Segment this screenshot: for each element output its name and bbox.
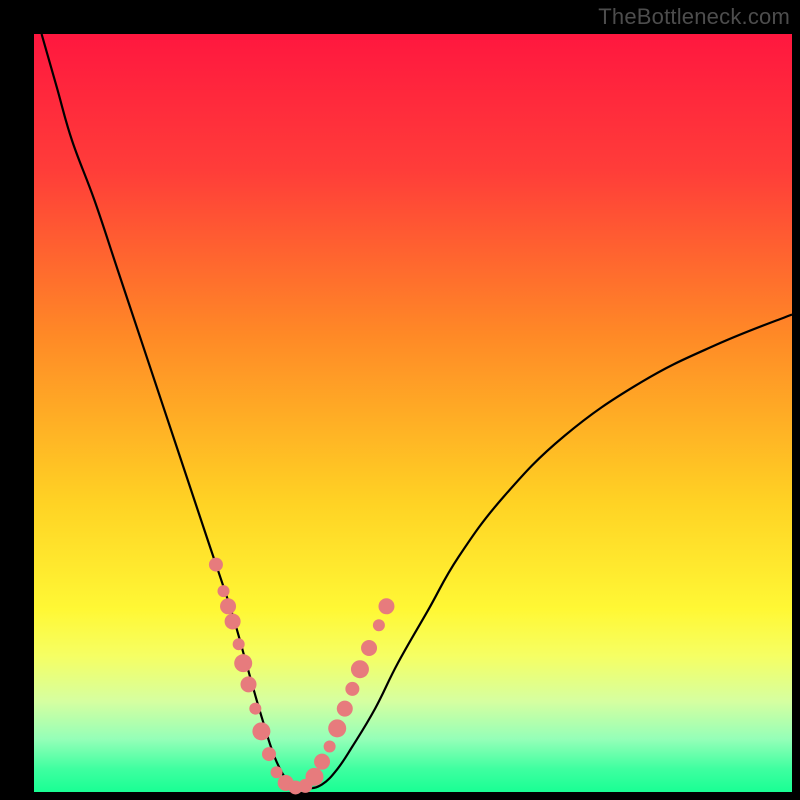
- marker-dot: [351, 660, 369, 678]
- marker-dot: [234, 654, 252, 672]
- marker-dot: [252, 722, 270, 740]
- marker-dot: [233, 638, 245, 650]
- marker-dot: [305, 768, 323, 786]
- marker-dot: [218, 585, 230, 597]
- marker-dot: [337, 701, 353, 717]
- bottleneck-curve: [42, 34, 792, 788]
- marker-dot: [324, 741, 336, 753]
- marker-dot: [271, 766, 283, 778]
- marker-dot: [209, 558, 223, 572]
- marker-dot: [328, 719, 346, 737]
- chart-root: TheBottleneck.com: [0, 0, 800, 800]
- marker-dot: [361, 640, 377, 656]
- marker-dot: [314, 754, 330, 770]
- marker-dot: [249, 703, 261, 715]
- marker-dot: [225, 613, 241, 629]
- marker-dot: [220, 598, 236, 614]
- marker-group: [209, 558, 395, 795]
- marker-dot: [373, 619, 385, 631]
- marker-dot: [345, 682, 359, 696]
- curve-layer: [34, 34, 792, 792]
- watermark-text: TheBottleneck.com: [598, 4, 790, 30]
- marker-dot: [241, 676, 257, 692]
- marker-dot: [262, 747, 276, 761]
- marker-dot: [378, 598, 394, 614]
- plot-area: [34, 34, 792, 792]
